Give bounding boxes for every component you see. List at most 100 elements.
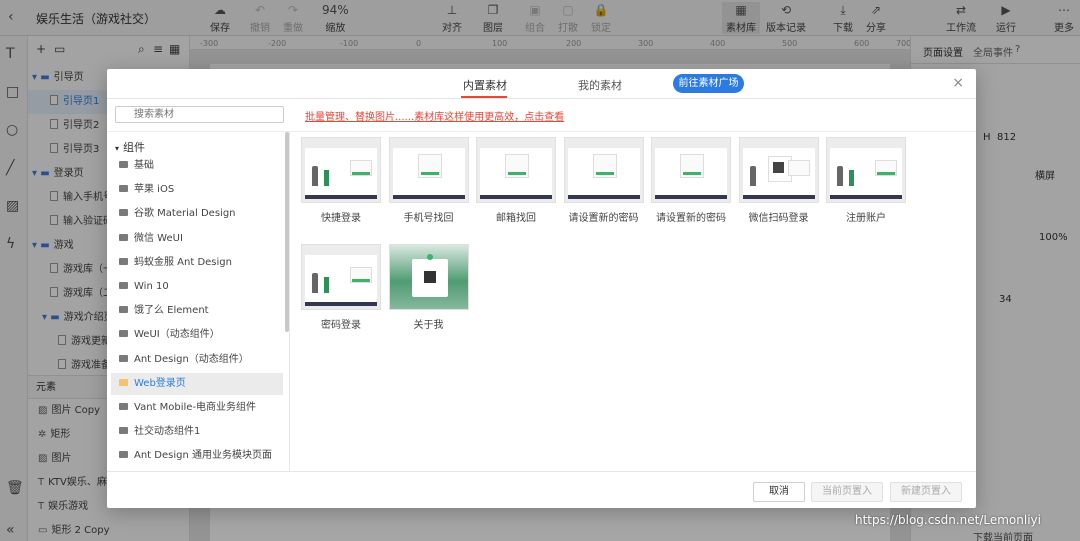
material-tile[interactable]: 密码登录 [301, 244, 381, 331]
category-item[interactable]: Win 10 [111, 276, 283, 298]
folder-icon [119, 330, 128, 338]
folder-icon [119, 209, 128, 217]
thumbnail-shape [749, 166, 756, 186]
folder-icon [119, 233, 128, 241]
material-plaza-button[interactable]: 前往素材广场 [673, 74, 744, 93]
material-tile-label: 关于我 [413, 320, 444, 331]
material-tile[interactable]: 注册账户 [826, 137, 906, 224]
usage-tip-link[interactable]: 批量管理、替换图片......素材库这样使用更高效，点击查看 [305, 108, 564, 123]
category-item[interactable]: 社交动态组件1 [111, 421, 283, 443]
material-tile-label: 注册账户 [846, 213, 886, 224]
thumbnail-shape [312, 273, 318, 293]
folder-icon [119, 378, 128, 386]
material-tile[interactable]: 请设置新的密码 [651, 137, 731, 224]
app-window: ‹ 娱乐生活（游戏社交） ☁ 保存 ↶ 撤销 ↷ 重做 94% 缩放 ⊥ 对齐 ❐ 图层 ▣… [0, 0, 1080, 541]
download-current-page[interactable]: 下载当前页面 [973, 529, 1033, 541]
material-thumbnail [476, 137, 556, 203]
folder-icon [119, 161, 128, 168]
material-tile-label: 邮箱找回 [496, 213, 536, 224]
dialog-footer: 取消 当前页置入 新建页置入 [107, 471, 976, 508]
thumbnail-shape [420, 172, 439, 175]
material-tile[interactable]: 请设置新的密码 [563, 137, 644, 224]
thumbnail-shape [305, 302, 377, 306]
close-icon[interactable]: × [952, 75, 964, 91]
material-tile-label: 密码登录 [321, 320, 361, 331]
material-tile-label: 手机号找回 [403, 213, 454, 224]
material-thumbnail [826, 137, 906, 203]
thumbnail-shape [772, 162, 784, 173]
material-library-dialog: 内置素材 我的素材 前往素材广场 × ⌕ 批量管理、替换图片......素材库这… [107, 69, 976, 508]
thumbnail-shape [849, 170, 854, 186]
category-label: Vant Mobile-电商业务组件 [134, 402, 257, 413]
folder-icon [119, 451, 128, 459]
material-tile-label: 请设置新的密码 [568, 213, 639, 224]
category-label: 社交动态组件1 [134, 426, 201, 438]
category-item[interactable]: 蚂蚁金服 Ant Design [111, 252, 283, 274]
folder-icon [119, 427, 128, 435]
thumbnail-shape [352, 172, 370, 175]
material-thumbnail [388, 244, 469, 310]
category-item[interactable]: 苹果 iOS [111, 179, 283, 201]
category-label: 蚂蚁金服 Ant Design [134, 256, 232, 268]
material-tile[interactable]: 邮箱找回 [476, 137, 556, 224]
category-item[interactable]: Vant Mobile-电商业务组件 [111, 397, 283, 419]
category-item[interactable]: 微信 WeUI [111, 228, 283, 250]
category-item[interactable]: 基础 [111, 155, 283, 177]
thumbnail-shape [683, 172, 701, 175]
caret-down-icon: ▾ [115, 144, 120, 153]
dialog-header: 内置素材 我的素材 前往素材广场 × [107, 69, 976, 99]
material-tile[interactable]: 快捷登录 [301, 137, 381, 224]
thumbnail-shape [324, 170, 329, 186]
material-thumbnail [738, 137, 819, 203]
thumbnail-shape [352, 279, 370, 282]
category-item[interactable]: 谷歌 Material Design [111, 203, 283, 225]
category-item[interactable]: Web登录页 [111, 372, 283, 395]
category-item[interactable]: 饿了么 Element [111, 300, 283, 322]
folder-icon [119, 403, 128, 410]
material-grid: 快捷登录 手机号找回 邮箱找回 请设置新的密码 请设置新的密码 微信扫码登录 注册账户 密码登… [290, 131, 976, 471]
material-tile[interactable]: 手机号找回 [388, 137, 469, 224]
folder-icon [119, 257, 128, 265]
thumbnail-shape [392, 195, 465, 199]
active-tab-indicator [461, 96, 507, 98]
insert-current-page-button[interactable]: 当前页置入 [811, 482, 883, 502]
material-tile[interactable]: 微信扫码登录 [738, 137, 819, 224]
thumbnail-shape [787, 160, 810, 176]
material-tile-label: 微信扫码登录 [748, 213, 809, 224]
component-section-header[interactable]: ▾ 组件 [115, 139, 145, 155]
folder-icon [119, 354, 128, 362]
tab-my-materials[interactable]: 我的素材 [578, 77, 622, 93]
category-item[interactable]: Ant Design 通用业务模块页面 [111, 445, 283, 467]
category-label: 谷歌 Material Design [134, 208, 236, 220]
category-label: Ant Design（动态组件） [134, 353, 249, 365]
material-thumbnail [563, 137, 644, 203]
thumbnail-shape [312, 166, 318, 186]
folder-icon [119, 306, 128, 314]
material-thumbnail [301, 137, 381, 203]
category-label: 苹果 iOS [134, 184, 175, 196]
cancel-button[interactable]: 取消 [753, 482, 805, 502]
thumbnail-shape [426, 254, 433, 260]
category-label: 饿了么 Element [134, 305, 209, 317]
thumbnail-shape [423, 271, 436, 283]
thumbnail-shape [877, 172, 895, 175]
material-thumbnail [301, 244, 381, 310]
thumbnail-shape [508, 172, 526, 175]
category-item[interactable]: Ant Design（动态组件） [111, 349, 283, 371]
category-item[interactable]: WeUI（动态组件） [111, 324, 283, 346]
material-thumbnail [388, 137, 469, 203]
category-label: Ant Design 通用业务模块页面 [134, 450, 272, 462]
insert-new-page-button[interactable]: 新建页置入 [890, 482, 962, 502]
material-thumbnail [651, 137, 731, 203]
tab-builtin-materials[interactable]: 内置素材 [463, 77, 507, 93]
thumbnail-shape [837, 166, 843, 186]
material-search-input[interactable] [115, 106, 284, 123]
sidebar-scrollbar[interactable] [285, 132, 289, 332]
thumbnail-shape [595, 172, 614, 175]
category-label: 基础 [134, 160, 154, 171]
thumbnail-shape [324, 277, 329, 293]
thumbnail-shape [305, 195, 377, 199]
category-label: Web登录页 [134, 377, 186, 389]
thumbnail-shape [567, 195, 640, 199]
material-tile[interactable]: 关于我 [388, 244, 469, 331]
